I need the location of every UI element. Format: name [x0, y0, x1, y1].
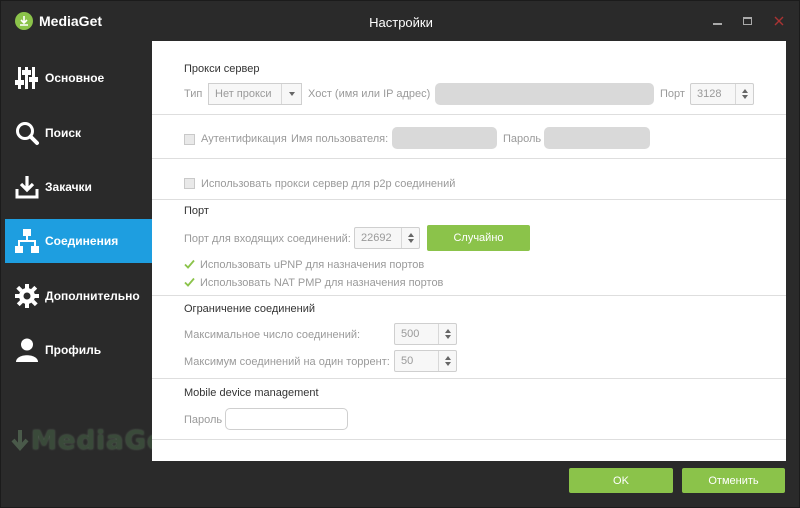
network-icon — [13, 227, 41, 255]
max-connections-stepper[interactable]: 500 — [394, 323, 457, 345]
per-torrent-value: 50 — [401, 355, 414, 367]
divider — [152, 378, 786, 379]
auth-checkbox[interactable] — [184, 134, 195, 145]
sidebar-item-label: Дополнительно — [45, 289, 140, 303]
sidebar-item-general[interactable]: Основное — [5, 56, 152, 100]
divider — [152, 199, 786, 200]
stepper-arrows-icon[interactable] — [438, 351, 456, 371]
port-section-title: Порт — [184, 205, 209, 217]
stepper-arrows-icon[interactable] — [735, 84, 753, 104]
mobile-section-title: Mobile device management — [184, 387, 319, 399]
natpmp-label: Использовать NAT PMP для назначения порт… — [200, 277, 444, 289]
username-input[interactable] — [392, 127, 497, 149]
limits-section-title: Ограничение соединений — [184, 303, 316, 315]
proxy-port-label: Порт — [660, 88, 685, 100]
p2p-proxy-checkbox[interactable] — [184, 178, 195, 189]
natpmp-checkbox[interactable] — [184, 277, 195, 288]
incoming-port-value: 22692 — [361, 232, 392, 244]
checkmark-icon — [184, 277, 195, 287]
upnp-label: Использовать uPNP для назначения портов — [200, 259, 425, 271]
sidebar-item-profile[interactable]: Профиль — [5, 328, 152, 372]
sidebar-item-search[interactable]: Поиск — [5, 111, 152, 155]
download-icon — [13, 173, 41, 201]
per-torrent-label: Максимум соединений на один торрент: — [184, 356, 390, 368]
sidebar-item-label: Основное — [45, 71, 105, 85]
minimize-button[interactable] — [701, 1, 733, 41]
mobile-password-label: Пароль — [184, 414, 223, 426]
sidebar-item-label: Закачки — [45, 180, 92, 194]
sidebar-item-advanced[interactable]: Дополнительно — [5, 274, 152, 318]
sidebar-item-label: Профиль — [45, 343, 102, 357]
auth-label: Аутентификация — [201, 133, 287, 145]
watermark-arrow-icon — [11, 430, 29, 452]
sidebar-item-downloads[interactable]: Закачки — [5, 165, 152, 209]
stepper-arrows-icon[interactable] — [401, 228, 419, 248]
gear-icon — [13, 282, 41, 310]
incoming-port-label: Порт для входящих соединений: — [184, 233, 351, 245]
cancel-button[interactable]: Отменить — [682, 468, 785, 493]
max-connections-value: 500 — [401, 328, 420, 340]
proxy-section-title: Прокси сервер — [184, 63, 260, 75]
settings-window: MediaGet Настройки Основное Поиск Закачк… — [0, 0, 800, 508]
stepper-arrows-icon[interactable] — [438, 324, 456, 344]
close-button[interactable] — [763, 1, 795, 41]
maximize-button[interactable] — [731, 1, 763, 41]
maximize-icon — [742, 17, 752, 25]
divider — [152, 439, 786, 440]
checkmark-icon — [184, 259, 195, 269]
sidebar: Основное Поиск Закачки Соединения Дополн… — [1, 41, 178, 461]
proxy-type-select[interactable]: Нет прокси — [208, 83, 302, 105]
magnifier-icon — [13, 119, 41, 147]
ok-button[interactable]: OK — [569, 468, 673, 493]
max-connections-label: Максимальное число соединений: — [184, 329, 361, 341]
proxy-host-label: Хост (имя или IP адрес) — [308, 88, 431, 100]
mobile-password-input[interactable] — [225, 408, 348, 430]
chevron-down-icon — [281, 84, 301, 104]
proxy-port-value: 3128 — [697, 88, 722, 100]
sidebar-item-label: Соединения — [45, 234, 119, 248]
window-title: Настройки — [369, 15, 433, 30]
sidebar-item-connections[interactable]: Соединения — [5, 219, 152, 263]
username-label: Имя пользователя: — [291, 133, 389, 145]
proxy-type-value: Нет прокси — [215, 88, 272, 100]
user-icon — [13, 336, 41, 364]
incoming-port-stepper[interactable]: 22692 — [354, 227, 420, 249]
proxy-port-stepper[interactable]: 3128 — [690, 83, 754, 105]
proxy-type-label: Тип — [184, 88, 203, 100]
divider — [152, 295, 786, 296]
sliders-icon — [13, 64, 41, 92]
title-bar: MediaGet Настройки — [1, 1, 800, 41]
divider — [152, 114, 786, 115]
per-torrent-stepper[interactable]: 50 — [394, 350, 457, 372]
settings-panel: Прокси сервер Тип Нет прокси Хост (имя и… — [152, 41, 786, 461]
p2p-proxy-label: Использовать прокси сервер для p2p соеди… — [201, 178, 456, 190]
upnp-checkbox[interactable] — [184, 259, 195, 270]
close-icon — [774, 16, 784, 26]
minimize-icon — [712, 23, 722, 25]
auth-password-label: Пароль — [503, 133, 542, 145]
proxy-host-input[interactable] — [435, 83, 654, 105]
random-port-button[interactable]: Случайно — [427, 225, 530, 251]
sidebar-item-label: Поиск — [45, 126, 82, 140]
auth-password-input[interactable] — [544, 127, 650, 149]
divider — [152, 158, 786, 159]
